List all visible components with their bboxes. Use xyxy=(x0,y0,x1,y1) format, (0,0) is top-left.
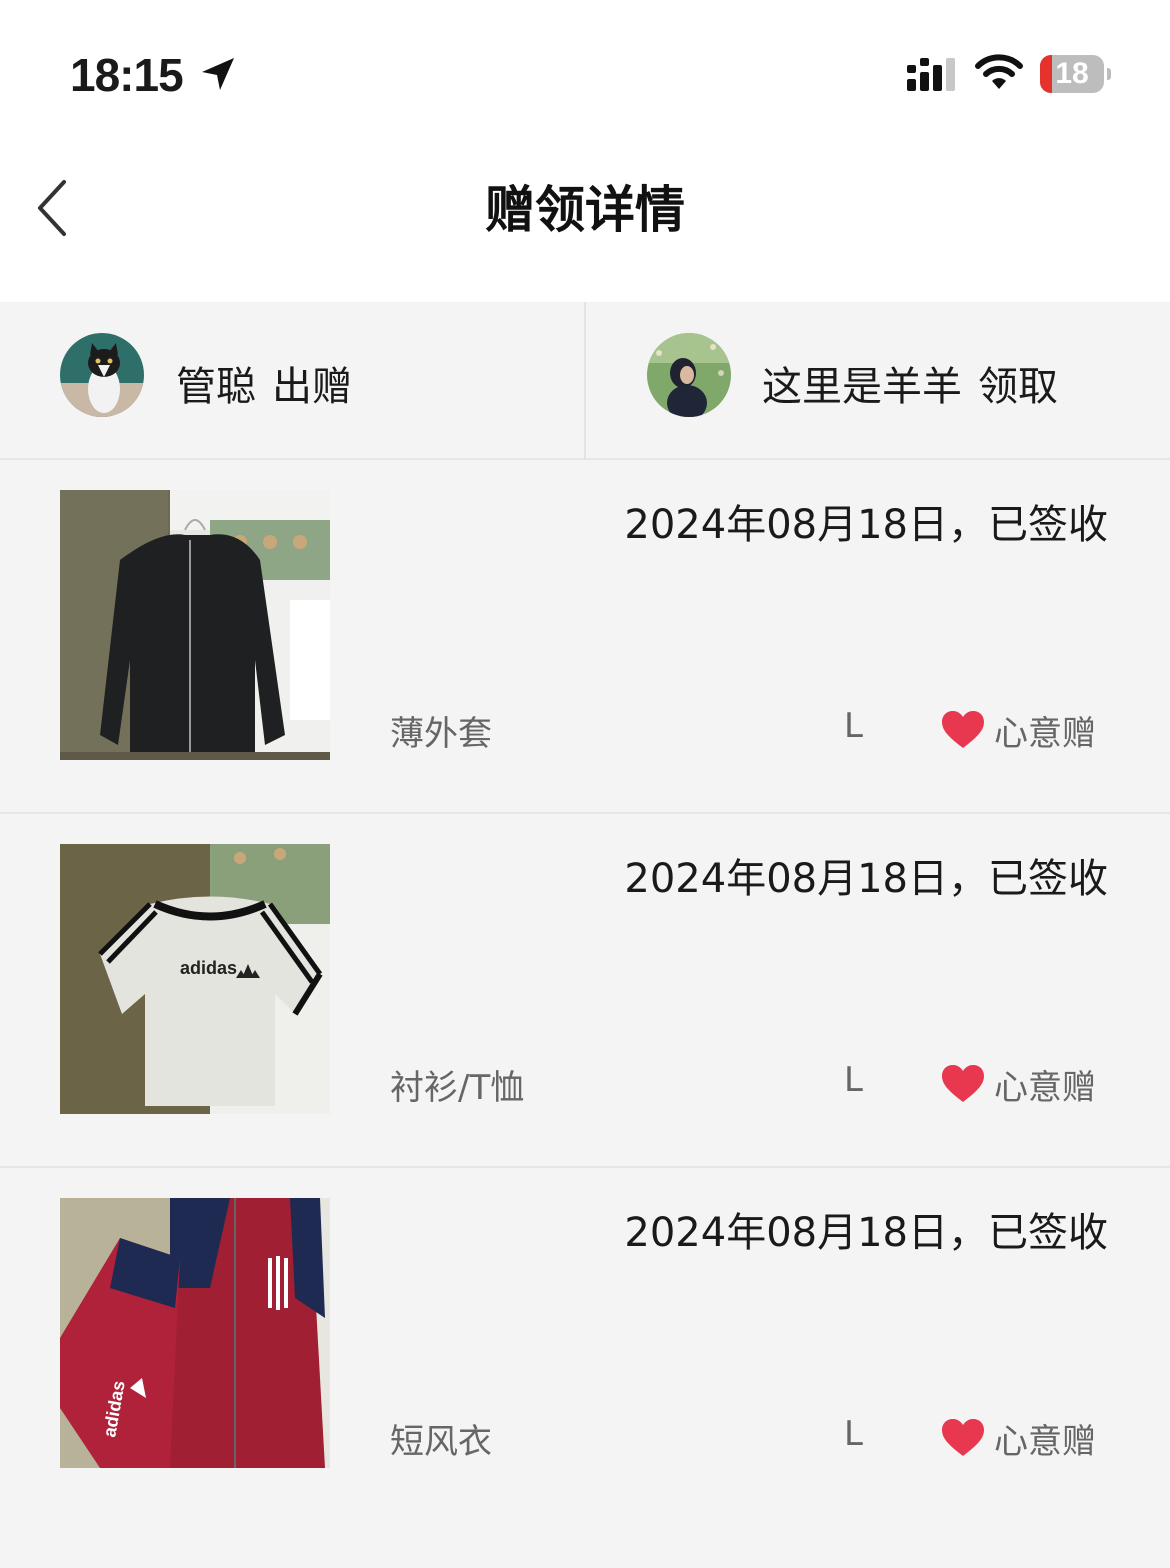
windbreaker-image: adidas xyxy=(60,1198,330,1468)
battery-body: 18 xyxy=(1040,55,1104,93)
girl-in-field-avatar-image xyxy=(647,333,731,417)
item-photo[interactable]: adidas xyxy=(60,1198,330,1468)
item-date-status: 2024年08月18日，已签收 xyxy=(624,502,1108,548)
gift-type-label: 心意赠 xyxy=(994,714,1096,754)
item-size: L xyxy=(844,706,863,746)
gift-type-label: 心意赠 xyxy=(994,1422,1096,1462)
heart-icon xyxy=(942,1419,984,1456)
cat-avatar-image xyxy=(60,333,144,417)
receiver-section[interactable]: 这里是羊羊 领取 xyxy=(586,302,1170,460)
item-category: 短风衣 xyxy=(390,1422,492,1462)
black-zip-jacket-image xyxy=(60,490,330,760)
item-size: L xyxy=(844,1060,863,1100)
giver-avatar[interactable] xyxy=(60,333,144,417)
giver-section[interactable]: 管聪 出赠 xyxy=(0,302,584,460)
item-category: 衬衫/T恤 xyxy=(390,1068,525,1108)
page-title: 赠领详情 xyxy=(485,181,685,239)
giver-name: 管聪 xyxy=(176,364,256,410)
item-date-status: 2024年08月18日，已签收 xyxy=(624,856,1108,902)
status-bar: 18:15 18 xyxy=(0,0,1170,140)
signal-icon xyxy=(907,58,955,91)
item-photo[interactable] xyxy=(60,490,330,760)
list-item[interactable]: adidas 2024年08月18日，已签收 衬衫/T恤 L 心意赠 xyxy=(0,814,1170,1168)
item-photo[interactable]: adidas xyxy=(60,844,330,1114)
gift-type-label: 心意赠 xyxy=(994,1068,1096,1108)
list-item[interactable]: adidas 2024年08月18日，已签收 短风衣 L 心意赠 xyxy=(0,1168,1170,1522)
receiver-name: 这里是羊羊 xyxy=(762,364,962,410)
heart-icon xyxy=(942,1065,984,1102)
status-time: 18:15 xyxy=(70,49,184,101)
receiver-action: 领取 xyxy=(978,364,1058,410)
battery-tip xyxy=(1107,68,1111,80)
item-date-status: 2024年08月18日，已签收 xyxy=(624,1210,1108,1256)
heart-icon xyxy=(942,711,984,748)
nav-bar: 赠领详情 xyxy=(0,140,1170,302)
list-item[interactable]: 2024年08月18日，已签收 薄外套 L 心意赠 xyxy=(0,460,1170,814)
adidas-tshirt-image: adidas xyxy=(60,844,330,1114)
transfer-parties: 管聪 出赠 这里是羊羊 领取 xyxy=(0,302,1170,460)
receiver-avatar[interactable] xyxy=(647,333,731,417)
wifi-icon xyxy=(975,54,1023,89)
battery-level: 18 xyxy=(1055,57,1089,90)
item-size: L xyxy=(844,1414,863,1454)
giver-label: 管聪 出赠 xyxy=(176,354,352,412)
battery-icon: 18 xyxy=(1040,55,1111,93)
receiver-label: 这里是羊羊 领取 xyxy=(762,354,1058,412)
svg-text:adidas: adidas xyxy=(180,958,237,978)
location-arrow-icon xyxy=(202,58,234,90)
giver-action: 出赠 xyxy=(272,364,352,410)
item-category: 薄外套 xyxy=(390,714,492,754)
